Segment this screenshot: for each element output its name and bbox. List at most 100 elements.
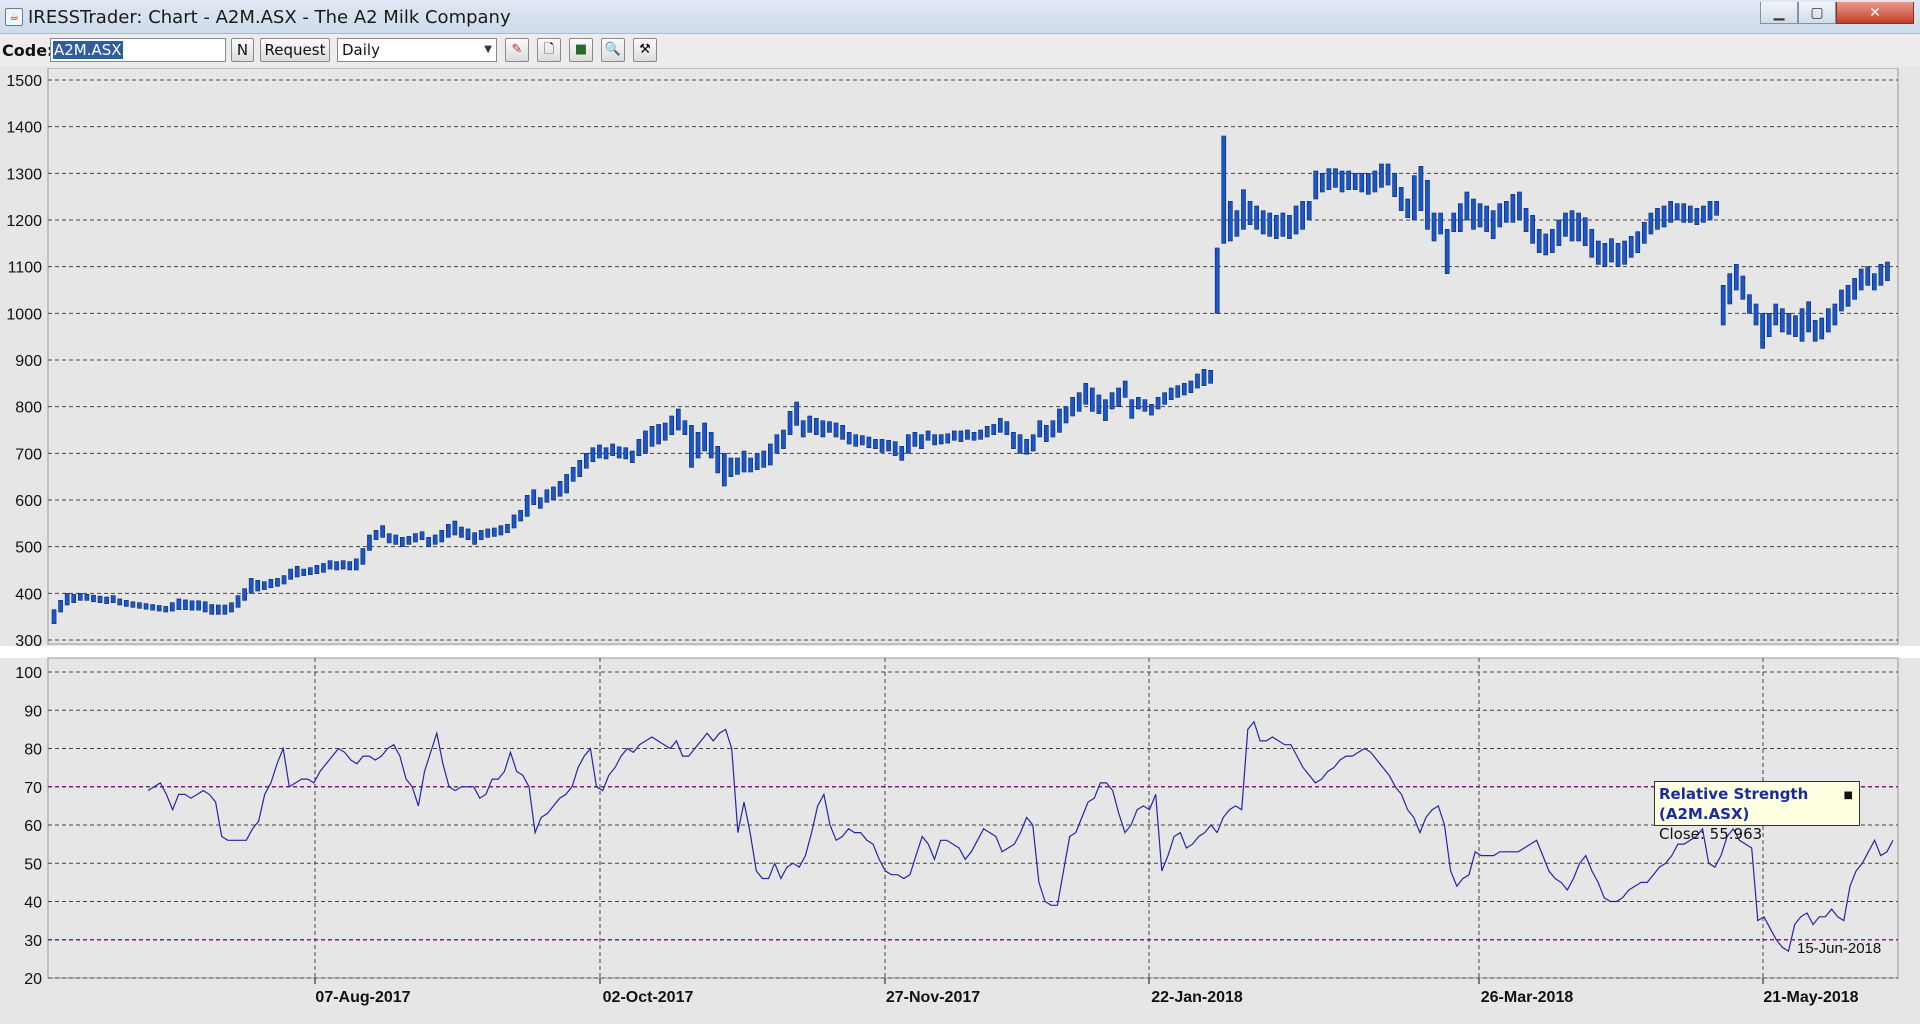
price-candle bbox=[708, 432, 714, 459]
price-candle bbox=[1227, 201, 1233, 242]
date-tick-label: 21-May-2018 bbox=[1763, 989, 1858, 1006]
price-candle bbox=[1885, 261, 1890, 281]
zoom-icon[interactable]: 🔍 bbox=[601, 38, 625, 62]
price-candle bbox=[853, 434, 859, 447]
period-select[interactable]: Daily ▼ bbox=[337, 38, 497, 62]
price-candle bbox=[1221, 135, 1227, 244]
price-candle bbox=[1313, 170, 1319, 200]
price-candle bbox=[169, 602, 175, 612]
price-candle bbox=[1411, 175, 1417, 221]
price-candle bbox=[1096, 394, 1102, 414]
rsi-panel: 20 30 40 50 60 70 80 90 100 bbox=[15, 657, 1899, 988]
price-candle bbox=[1812, 320, 1818, 342]
price-candle bbox=[1201, 369, 1207, 386]
color-palette-icon[interactable]: ■ bbox=[569, 38, 593, 62]
rsi-tooltip: Relative Strength (A2M.ASX) Close: 55.96… bbox=[1654, 781, 1860, 843]
close-button[interactable]: ✕ bbox=[1836, 2, 1914, 24]
price-candle bbox=[518, 509, 523, 522]
price-candle bbox=[1878, 264, 1884, 286]
price-candle bbox=[1293, 205, 1299, 235]
price-candle bbox=[386, 533, 392, 544]
price-tick-label: 300 bbox=[15, 633, 42, 650]
price-candle bbox=[104, 596, 109, 604]
price-candle bbox=[1352, 173, 1358, 190]
price-candle bbox=[649, 425, 655, 447]
price-candle bbox=[1188, 380, 1194, 393]
new-page-icon[interactable]: 🗋 bbox=[537, 38, 561, 62]
price-candle bbox=[1569, 210, 1575, 242]
price-candle bbox=[781, 429, 786, 449]
price-candle bbox=[1503, 201, 1509, 223]
price-candle bbox=[1681, 203, 1687, 223]
window-titlebar: ☕ IRESSTrader: Chart - A2M.ASX - The A2 … bbox=[0, 0, 1920, 34]
price-tick-label: 1400 bbox=[6, 120, 42, 137]
price-tick-label: 800 bbox=[15, 400, 42, 417]
price-candle bbox=[1563, 212, 1568, 237]
n-button[interactable]: N bbox=[231, 38, 254, 62]
price-candle bbox=[971, 432, 977, 441]
window-title: IRESSTrader: Chart - A2M.ASX - The A2 Mi… bbox=[28, 7, 511, 28]
price-candle bbox=[1865, 266, 1871, 286]
tools-icon[interactable]: ⚒ bbox=[633, 38, 657, 62]
price-candle bbox=[1365, 173, 1371, 195]
price-candle bbox=[859, 435, 865, 446]
price-candle bbox=[1050, 420, 1056, 438]
price-candle bbox=[1004, 421, 1010, 435]
price-candle bbox=[176, 598, 182, 610]
code-label: Code: bbox=[2, 41, 54, 60]
rsi-tick-label: 60 bbox=[24, 818, 42, 835]
request-button[interactable]: Request bbox=[260, 38, 330, 62]
price-candle bbox=[1635, 231, 1641, 253]
minimize-button[interactable]: ▁ bbox=[1760, 2, 1798, 24]
price-candle bbox=[1392, 173, 1397, 197]
price-candle bbox=[1641, 222, 1647, 244]
price-candle bbox=[321, 563, 326, 573]
price-candle bbox=[662, 422, 668, 441]
code-input[interactable]: A2M.ASX bbox=[50, 38, 226, 62]
price-candle bbox=[1701, 205, 1706, 223]
price-candle bbox=[1858, 268, 1864, 291]
price-candle bbox=[623, 447, 629, 460]
price-candle bbox=[373, 530, 379, 540]
price-tick-label: 1300 bbox=[6, 166, 42, 183]
date-tick-label: 07-Aug-2017 bbox=[315, 989, 410, 1006]
price-candle bbox=[1425, 180, 1430, 230]
price-candle bbox=[1280, 212, 1286, 237]
price-candle bbox=[413, 533, 418, 543]
chart-area[interactable]: 300 400 500 600 700 800 900 1000 1100 1200 1300 140… bbox=[0, 68, 1920, 1024]
price-candle bbox=[1076, 392, 1082, 412]
tooltip-title: Relative Strength (A2M.ASX) bbox=[1659, 785, 1809, 823]
price-candle bbox=[1589, 229, 1595, 258]
price-candle bbox=[629, 450, 635, 463]
price-candle bbox=[1477, 203, 1483, 228]
price-candle bbox=[767, 443, 773, 466]
price-candle bbox=[1733, 264, 1739, 291]
price-candle bbox=[827, 421, 832, 433]
price-candle bbox=[393, 534, 399, 545]
rsi-tick-label: 40 bbox=[24, 895, 42, 912]
maximize-button[interactable]: ▢ bbox=[1798, 2, 1836, 24]
price-candle bbox=[1122, 380, 1128, 398]
price-candle bbox=[1674, 203, 1680, 221]
price-candle bbox=[1832, 303, 1838, 326]
price-candle bbox=[702, 422, 707, 452]
rsi-plot-frame bbox=[47, 657, 1899, 979]
price-candle bbox=[307, 567, 313, 575]
price-candle bbox=[215, 604, 221, 615]
chart-settings-icon[interactable]: ✎ bbox=[505, 38, 529, 62]
price-candle bbox=[1707, 201, 1713, 221]
price-candle bbox=[1129, 399, 1135, 419]
price-candle bbox=[261, 581, 267, 590]
price-candle bbox=[1070, 397, 1075, 417]
price-tick-label: 1100 bbox=[8, 260, 43, 277]
price-candle bbox=[761, 450, 767, 468]
price-candle bbox=[150, 604, 155, 611]
price-candle bbox=[1536, 229, 1542, 253]
rsi-tick-label: 20 bbox=[24, 971, 42, 988]
price-candle bbox=[715, 446, 721, 474]
price-candle bbox=[1661, 205, 1667, 228]
price-candle bbox=[498, 525, 504, 536]
price-candle bbox=[1457, 203, 1463, 232]
price-candle bbox=[1687, 205, 1693, 223]
price-candle bbox=[1714, 201, 1719, 216]
